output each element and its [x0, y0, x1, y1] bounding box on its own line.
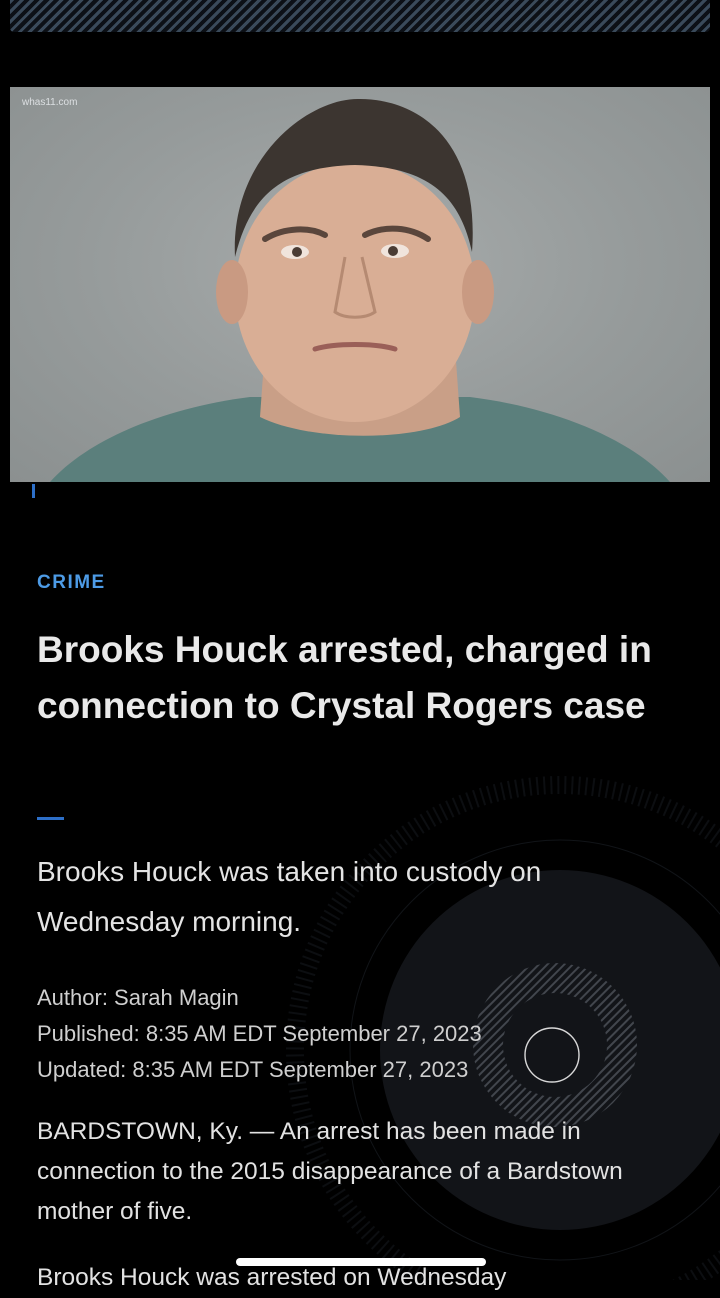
author-line[interactable]: Author: Sarah Magin [37, 980, 482, 1016]
mugshot-illustration [50, 98, 670, 482]
article-paragraph: BARDSTOWN, Ky. — An arrest has been made… [37, 1118, 623, 1225]
photo-watermark: whas11.com [22, 97, 78, 108]
published-line: Published: 8:35 AM EDT September 27, 202… [37, 1021, 482, 1046]
category-label[interactable]: CRIME [37, 572, 106, 594]
article-meta: Author: Sarah Magin Published: 8:35 AM E… [37, 980, 482, 1088]
home-indicator[interactable] [236, 1258, 486, 1266]
updated-line: Updated: 8:35 AM EDT September 27, 2023 [37, 1057, 469, 1082]
article-photo[interactable]: whas11.com [10, 87, 710, 482]
article-subhead: Brooks Houck was taken into custody on W… [37, 856, 542, 937]
accent-divider [37, 817, 64, 820]
photo-caption-marker [32, 484, 35, 498]
article-headline: Brooks Houck arrested, charged in connec… [37, 629, 652, 726]
top-ad-banner[interactable] [10, 0, 710, 32]
